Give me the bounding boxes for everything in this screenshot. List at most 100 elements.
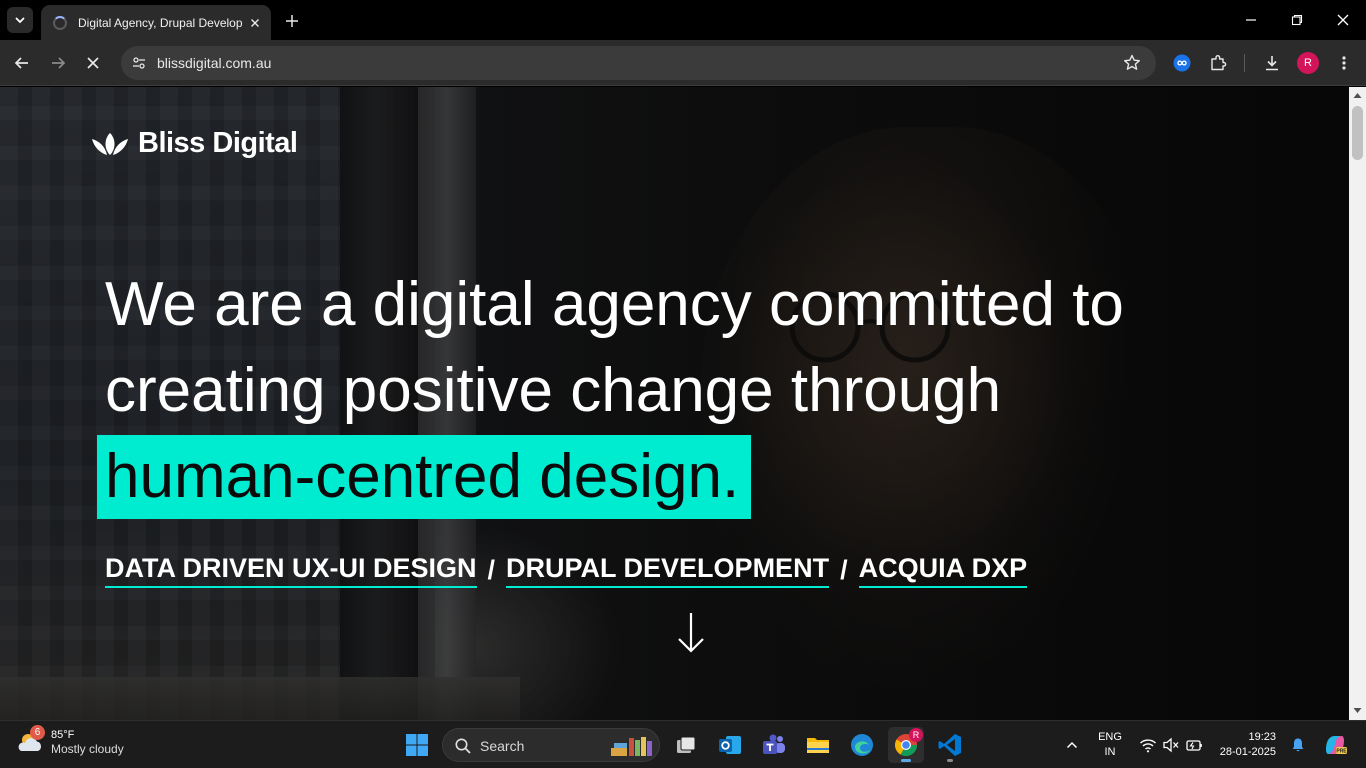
weather-badge: 6 bbox=[30, 725, 45, 740]
url-text: blissdigital.com.au bbox=[157, 55, 272, 71]
windows-logo-icon bbox=[406, 734, 428, 756]
scroll-up-arrow-icon[interactable] bbox=[1353, 91, 1362, 100]
site-logo[interactable]: Bliss Digital bbox=[90, 127, 298, 160]
arrow-left-icon bbox=[14, 57, 28, 69]
download-icon bbox=[1266, 56, 1278, 71]
weather-cloud-icon: 6 bbox=[16, 725, 46, 757]
outlook-icon bbox=[719, 736, 741, 754]
weather-temp: 85°F bbox=[51, 728, 75, 741]
tab-search-button[interactable] bbox=[7, 7, 33, 33]
show-hidden-icons-button[interactable] bbox=[1062, 735, 1082, 755]
folder-icon bbox=[807, 738, 829, 753]
tab-close-button[interactable] bbox=[247, 15, 263, 31]
browser-menu-button[interactable] bbox=[1331, 50, 1357, 76]
new-tab-button[interactable] bbox=[281, 10, 303, 32]
battery-status[interactable] bbox=[1184, 735, 1204, 755]
extensions-button[interactable] bbox=[1205, 50, 1231, 76]
scroll-down-small-icon[interactable] bbox=[1353, 706, 1362, 715]
screen: Digital Agency, Drupal Develop blissdigi… bbox=[0, 0, 1366, 768]
taskbar-search[interactable]: Search bbox=[442, 728, 660, 762]
service-link-ux-ui[interactable]: DATA DRIVEN UX-UI DESIGN bbox=[105, 553, 477, 588]
close-icon bbox=[251, 18, 259, 27]
wifi-icon bbox=[1140, 739, 1156, 753]
profile-avatar[interactable]: R bbox=[1297, 52, 1319, 74]
infinity-extension-icon bbox=[1173, 54, 1191, 72]
task-view-icon bbox=[677, 736, 696, 753]
volume-status[interactable] bbox=[1161, 735, 1181, 755]
restore-button[interactable] bbox=[1274, 0, 1320, 40]
scrollbar-thumb[interactable] bbox=[1352, 106, 1363, 160]
clock-date: 28-01-2025 bbox=[1219, 746, 1276, 758]
chevron-up-icon bbox=[1066, 741, 1078, 749]
taskbar-chrome[interactable]: R bbox=[888, 727, 924, 763]
downloads-button[interactable] bbox=[1259, 50, 1285, 76]
taskbar-vscode[interactable] bbox=[932, 727, 968, 763]
close-icon bbox=[87, 57, 99, 69]
services-separator: / bbox=[840, 555, 848, 585]
vscode-icon bbox=[938, 734, 961, 756]
taskbar-outlook[interactable] bbox=[712, 727, 748, 763]
language-line-2: IN bbox=[1104, 746, 1116, 758]
scroll-down-arrow-icon[interactable] bbox=[675, 611, 707, 655]
clock[interactable]: 19:23 28-01-2025 bbox=[1214, 730, 1276, 760]
copilot-icon: PRE bbox=[1326, 736, 1347, 755]
toolbar-separator bbox=[1244, 54, 1245, 72]
headline-highlight: human-centred design. bbox=[97, 435, 752, 519]
taskbar-task-view[interactable] bbox=[668, 727, 704, 763]
start-button[interactable] bbox=[399, 727, 435, 763]
page-scrollbar[interactable] bbox=[1349, 87, 1366, 720]
arrow-right-icon bbox=[52, 57, 66, 69]
taskbar-edge[interactable] bbox=[844, 727, 880, 763]
hero-headline: We are a digital agency committed to cre… bbox=[97, 262, 1124, 520]
minimize-icon bbox=[1246, 19, 1256, 21]
weather-condition: Mostly cloudy bbox=[51, 741, 124, 756]
active-app-indicator bbox=[901, 759, 911, 762]
language-indicator[interactable]: ENG IN bbox=[1092, 730, 1128, 760]
bell-icon bbox=[1292, 738, 1304, 752]
windows-taskbar: 6 85°F Mostly cloudy Search R ENG IN 19:… bbox=[0, 720, 1366, 768]
back-button[interactable] bbox=[9, 50, 35, 76]
battery-charging-icon bbox=[1186, 740, 1202, 751]
address-bar[interactable]: blissdigital.com.au bbox=[121, 46, 1156, 80]
logo-text: Bliss Digital bbox=[138, 127, 298, 159]
browser-toolbar: blissdigital.com.au R bbox=[0, 40, 1366, 86]
headline-line-2: creating positive change through bbox=[105, 356, 1002, 425]
close-window-button[interactable] bbox=[1320, 0, 1366, 40]
browser-tab-active[interactable]: Digital Agency, Drupal Develop bbox=[41, 5, 271, 40]
plus-icon bbox=[286, 15, 298, 27]
site-info-icon[interactable] bbox=[127, 51, 151, 75]
teams-icon bbox=[763, 734, 785, 754]
language-line-1: ENG bbox=[1098, 731, 1122, 743]
tab-strip: Digital Agency, Drupal Develop bbox=[0, 0, 1366, 40]
extension-infinity-button[interactable] bbox=[1169, 50, 1195, 76]
search-icon bbox=[455, 738, 471, 754]
headline-line-1: We are a digital agency committed to bbox=[105, 270, 1124, 339]
service-link-drupal[interactable]: DRUPAL DEVELOPMENT bbox=[506, 553, 830, 588]
minimize-button[interactable] bbox=[1228, 0, 1274, 40]
running-app-indicator bbox=[947, 759, 953, 762]
forward-button[interactable] bbox=[45, 50, 71, 76]
taskbar-file-explorer[interactable] bbox=[800, 727, 836, 763]
taskbar-teams[interactable] bbox=[756, 727, 792, 763]
copilot-button[interactable]: PRE bbox=[1322, 732, 1348, 758]
clock-time: 19:23 bbox=[1248, 731, 1276, 743]
notifications-button[interactable] bbox=[1288, 735, 1308, 755]
wifi-status[interactable] bbox=[1138, 735, 1158, 755]
chevron-down-icon bbox=[15, 17, 25, 24]
weather-widget[interactable]: 6 85°F Mostly cloudy bbox=[16, 725, 124, 757]
edge-icon bbox=[851, 734, 873, 756]
puzzle-piece-icon bbox=[1211, 55, 1227, 71]
bookmark-star-icon[interactable] bbox=[1122, 53, 1142, 73]
tab-title: Digital Agency, Drupal Develop bbox=[78, 15, 243, 30]
more-vertical-icon bbox=[1342, 56, 1346, 70]
loading-spinner-icon bbox=[53, 15, 67, 30]
hero-section: Bliss Digital We are a digital agency co… bbox=[0, 87, 1349, 720]
service-link-acquia[interactable]: ACQUIA DXP bbox=[858, 553, 1028, 588]
svg-text:PRE: PRE bbox=[1336, 749, 1347, 755]
services-separator: / bbox=[487, 555, 496, 585]
stop-loading-button[interactable] bbox=[80, 50, 106, 76]
search-highlight-books-icon bbox=[611, 737, 652, 756]
volume-muted-icon bbox=[1163, 737, 1179, 753]
services-links: DATA DRIVEN UX-UI DESIGN / DRUPAL DEVELO… bbox=[105, 553, 1028, 588]
search-label: Search bbox=[480, 738, 525, 754]
